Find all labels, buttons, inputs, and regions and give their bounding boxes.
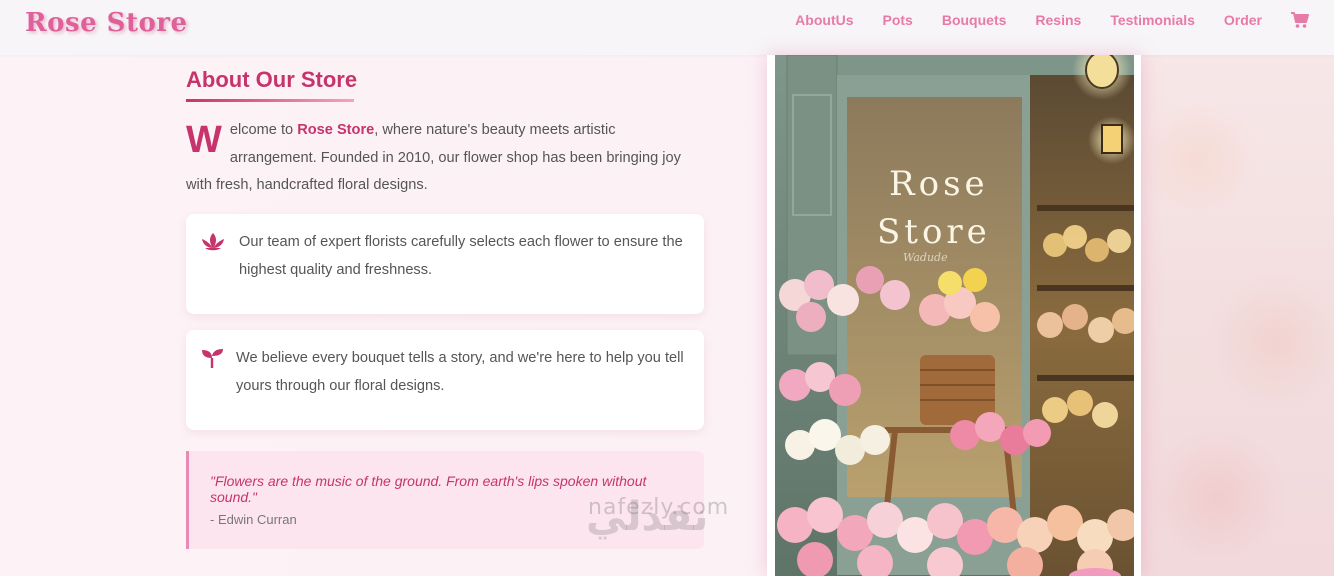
nav-resins[interactable]: Resins [1035,12,1081,28]
intro-brand-name: Rose Store [297,122,375,138]
site-logo[interactable]: Rose Store [25,8,188,38]
nav-testimonials[interactable]: Testimonials [1110,12,1195,28]
nav-aboutus[interactable]: AboutUs [795,12,853,28]
seedling-icon [200,347,226,369]
title-underline [186,99,354,102]
shopping-cart-icon[interactable] [1290,11,1310,29]
about-title: About Our Store [186,67,358,92]
feature-card-quality: Our team of expert florists carefully se… [186,214,704,314]
feature-card-story: We believe every bouquet tells a story, … [186,330,704,430]
quote-author: - Edwin Curran [210,512,297,527]
drop-cap: W [186,119,222,161]
intro-text-before: elcome to [229,122,298,138]
site-header: Rose Store AboutUs Pots Bouquets Resins … [0,0,1334,55]
lotus-icon [200,231,226,253]
nav-bouquets[interactable]: Bouquets [942,12,1007,28]
blurred-flowers-background [1140,55,1334,576]
nav-order[interactable]: Order [1224,12,1262,28]
store-sign-line2: Store [877,212,991,252]
feature-card-text: We believe every bouquet tells a story, … [236,350,684,394]
nav-pots[interactable]: Pots [883,12,913,28]
feature-card-text: Our team of expert florists carefully se… [239,234,683,278]
watermark-latin: nafezly.com [588,495,730,520]
store-sign-small: Wadude [903,251,948,264]
intro-paragraph: Welcome to Rose Store, where nature's be… [186,117,706,200]
storefront-photo: Rose Store Wadude [775,55,1134,576]
main-nav: AboutUs Pots Bouquets Resins Testimonial… [766,0,1310,40]
store-sign-line1: Rose [889,164,989,204]
